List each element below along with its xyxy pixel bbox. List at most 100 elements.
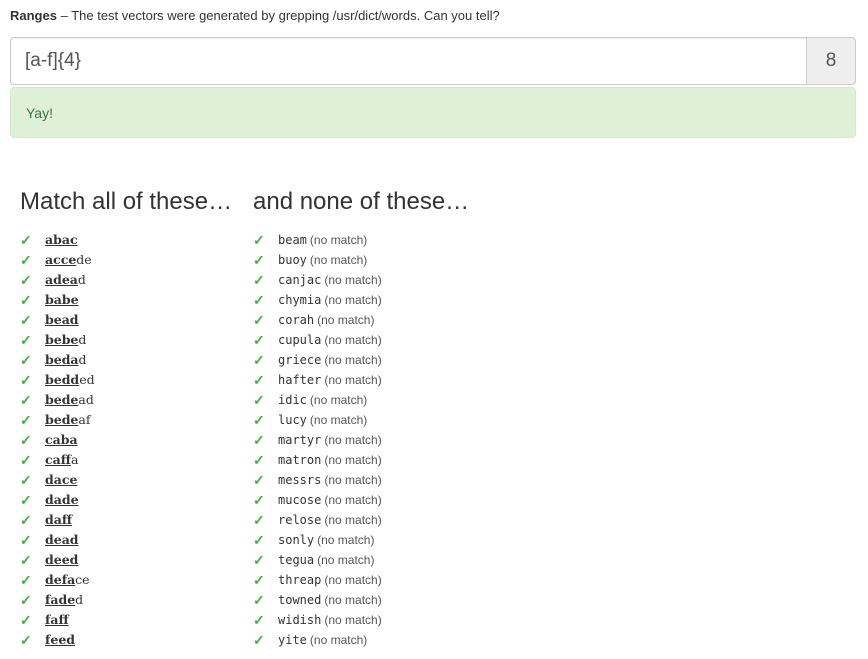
no-match-status: (no match) (324, 473, 382, 487)
match-word: faff (45, 610, 69, 630)
nomatch-word: canjac (278, 273, 322, 287)
match-highlight: bebe (45, 332, 79, 347)
match-highlight: dace (45, 472, 78, 487)
match-item: ✓ bedeaf (20, 410, 232, 430)
match-item: ✓ faded (20, 590, 232, 610)
check-icon: ✓ (253, 272, 265, 288)
check-icon: ✓ (20, 512, 32, 528)
nomatch-item: ✓ martyr (no match) (253, 430, 469, 450)
match-highlight: beda (45, 352, 79, 367)
check-icon: ✓ (20, 452, 32, 468)
check-icon: ✓ (253, 252, 265, 268)
no-match-status: (no match) (324, 493, 382, 507)
match-item: ✓ deface (20, 570, 232, 590)
nomatch-item: ✓ corah (no match) (253, 310, 469, 330)
no-match-status: (no match) (317, 313, 375, 327)
check-icon: ✓ (20, 552, 32, 568)
match-item: ✓ bedead (20, 390, 232, 410)
match-item: ✓ daff (20, 510, 232, 530)
match-highlight: bede (45, 412, 79, 427)
nomatch-word: threap (278, 573, 322, 587)
match-rest: a (70, 452, 79, 467)
nomatch-word: lucy (278, 413, 307, 427)
check-icon: ✓ (20, 372, 32, 388)
match-highlight: caff (45, 452, 71, 467)
nomatch-word: sonly (278, 533, 315, 547)
no-match-status: (no match) (324, 513, 382, 527)
match-item: ✓ adead (20, 270, 232, 290)
nomatch-item: ✓ sonly (no match) (253, 530, 469, 550)
match-item: ✓ bebed (20, 330, 232, 350)
nomatch-word: yite (278, 633, 307, 647)
match-highlight: dade (45, 492, 79, 507)
no-match-status: (no match) (309, 633, 368, 647)
check-icon: ✓ (253, 492, 265, 508)
check-icon: ✓ (253, 372, 265, 388)
match-word: adead (45, 270, 86, 290)
match-word: deed (45, 550, 78, 570)
nomatch-item: ✓ beam (no match) (253, 230, 469, 250)
match-item: ✓ faff (20, 610, 232, 630)
nomatch-item: ✓ chymia (no match) (253, 290, 469, 310)
match-item: ✓ caffa (20, 450, 232, 470)
alert-message: Yay! (26, 104, 53, 121)
nomatch-word: martyr (278, 433, 322, 447)
match-word: accede (45, 250, 92, 270)
regex-input[interactable] (10, 37, 806, 85)
check-icon: ✓ (253, 592, 265, 608)
check-icon: ✓ (20, 332, 32, 348)
level-description: – The test vectors were generated by gre… (60, 8, 500, 23)
check-icon: ✓ (253, 412, 265, 428)
match-item: ✓ accede (20, 250, 232, 270)
match-highlight: bedd (45, 372, 80, 387)
match-highlight: bead (45, 312, 79, 327)
match-highlight: fade (45, 592, 76, 607)
match-item: ✓ deed (20, 550, 232, 570)
match-highlight: dead (45, 532, 79, 547)
check-icon: ✓ (20, 612, 32, 628)
match-word: bead (45, 310, 79, 330)
match-item: ✓ bead (20, 310, 232, 330)
match-word: bedead (45, 390, 94, 410)
match-word: dace (45, 470, 77, 490)
check-icon: ✓ (20, 532, 32, 548)
nomatch-word: relose (278, 513, 322, 527)
nomatch-word: beam (278, 233, 307, 247)
no-match-status: (no match) (324, 593, 382, 607)
match-item: ✓ dead (20, 530, 232, 550)
match-word: bebed (45, 330, 86, 350)
check-icon: ✓ (253, 512, 265, 528)
no-match-status: (no match) (309, 413, 368, 427)
check-icon: ✓ (253, 332, 265, 348)
match-highlight: adea (45, 272, 78, 287)
nomatch-word: widish (278, 613, 322, 627)
match-rest: d (75, 592, 84, 607)
match-word: caba (45, 430, 78, 450)
nomatch-item: ✓ griece (no match) (253, 350, 469, 370)
check-icon: ✓ (20, 272, 32, 288)
match-item: ✓ dade (20, 490, 232, 510)
match-item: ✓ babe (20, 290, 232, 310)
match-word: bedded (45, 370, 95, 390)
check-icon: ✓ (20, 432, 32, 448)
match-heading: Match all of these… (20, 188, 233, 215)
nomatch-item: ✓ hafter (no match) (253, 370, 469, 390)
match-item: ✓ bedded (20, 370, 232, 390)
regex-length-badge: 8 (806, 37, 856, 85)
success-alert: Yay! (10, 87, 856, 138)
nomatch-word: cupula (278, 333, 322, 347)
nomatch-item: ✓ cupula (no match) (253, 330, 469, 350)
nomatch-item: ✓ relose (no match) (253, 510, 469, 530)
match-highlight: abac (45, 232, 78, 247)
check-icon: ✓ (20, 392, 32, 408)
match-word: feed (45, 630, 75, 650)
check-icon: ✓ (253, 432, 265, 448)
match-highlight: defa (45, 572, 76, 587)
match-rest: d (77, 272, 86, 287)
nomatch-word: corah (278, 313, 315, 327)
check-icon: ✓ (20, 352, 32, 368)
check-icon: ✓ (253, 452, 265, 468)
check-icon: ✓ (253, 392, 265, 408)
no-match-status: (no match) (309, 253, 368, 267)
nomatch-item: ✓ tegua (no match) (253, 550, 469, 570)
